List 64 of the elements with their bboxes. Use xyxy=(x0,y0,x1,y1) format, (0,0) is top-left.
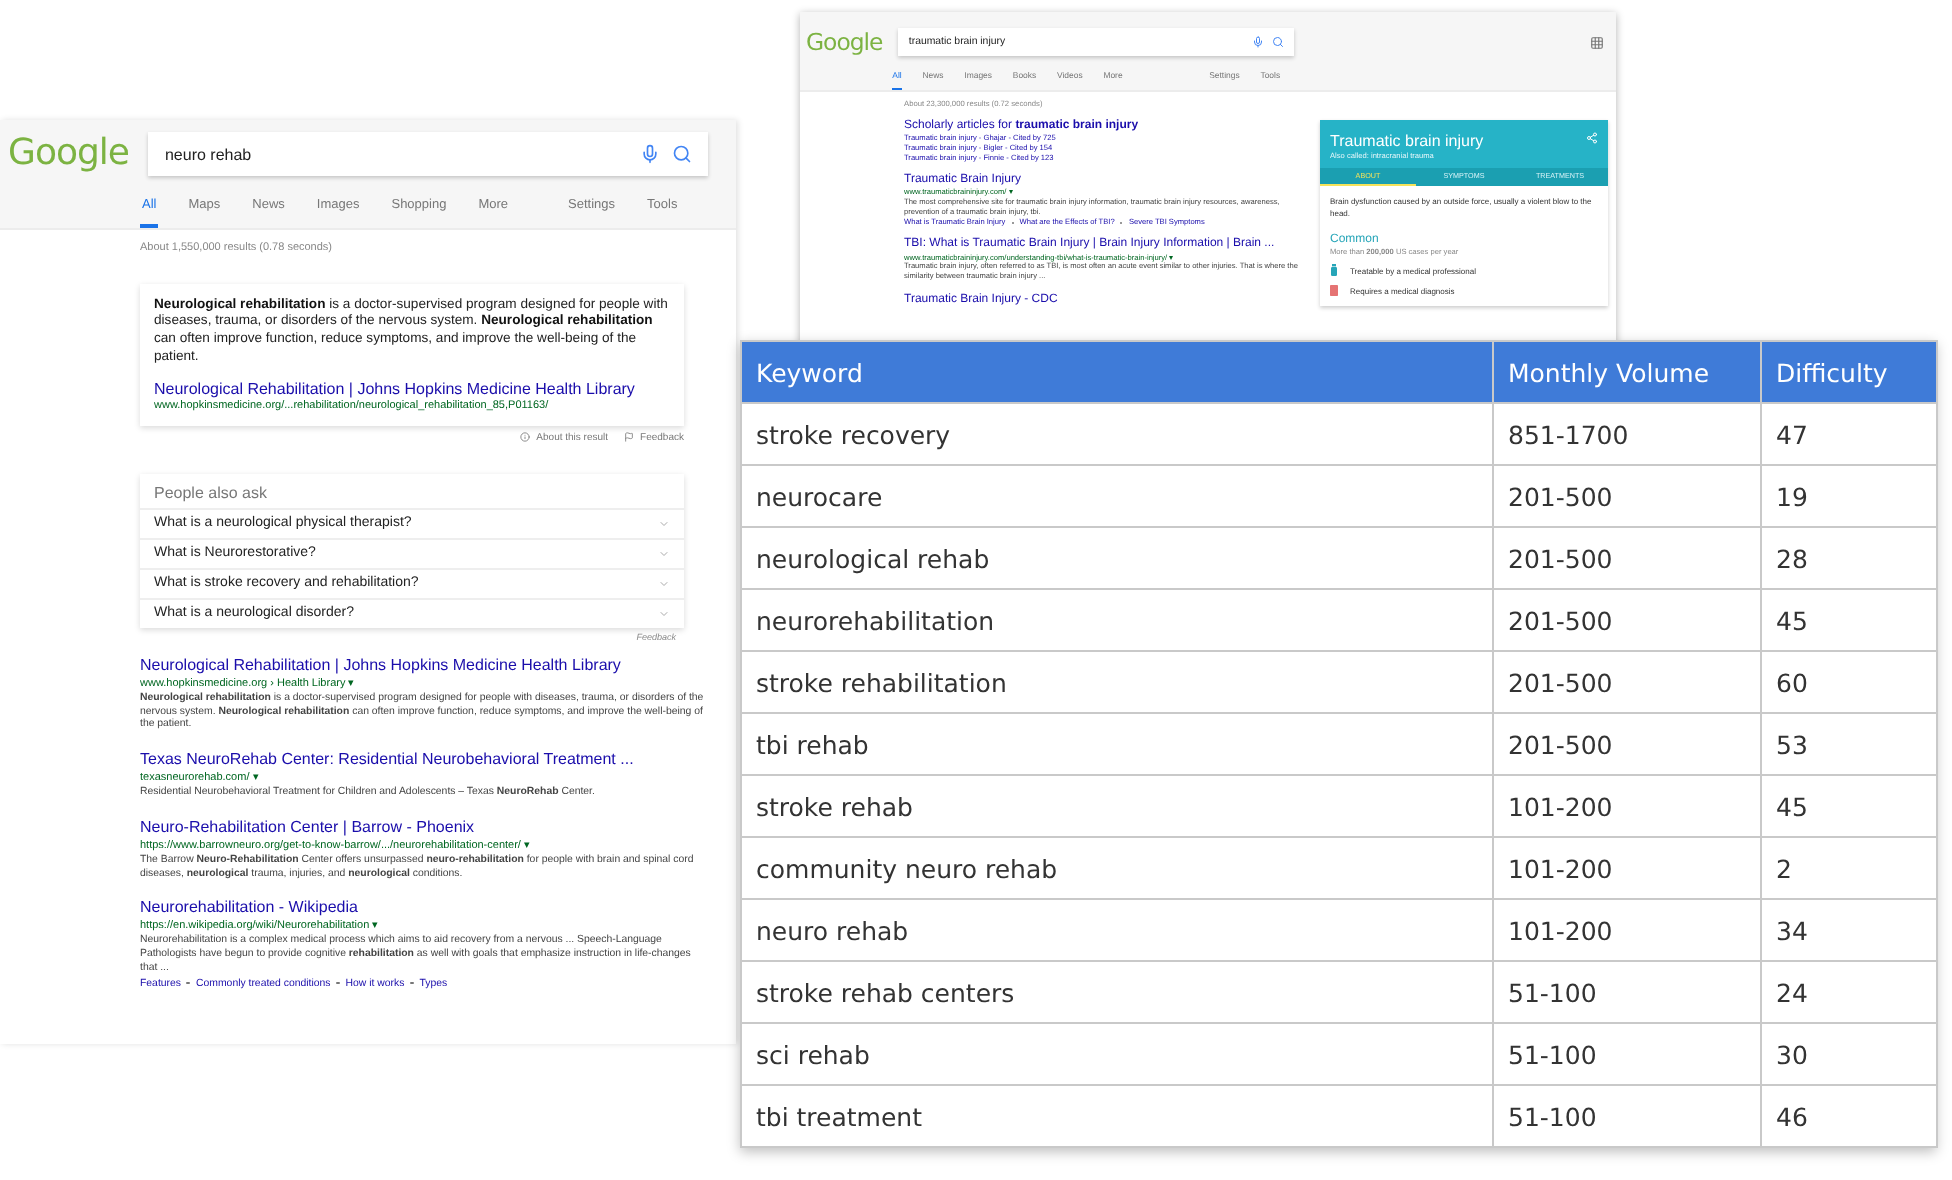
search-icon[interactable] xyxy=(1272,36,1285,49)
table-cell: 101-200 xyxy=(1493,775,1761,837)
people-also-ask-heading: People also ask xyxy=(152,481,269,506)
result-title-link[interactable]: Neurological Rehabilitation | Johns Hopkins Medicine Health Library xyxy=(154,379,670,398)
chevron-down-icon xyxy=(658,607,670,620)
table-cell: 60 xyxy=(1761,651,1937,713)
table-cell: 201-500 xyxy=(1493,589,1761,651)
separator-dot xyxy=(336,981,340,985)
table-cell: 45 xyxy=(1761,589,1937,651)
table-cell: stroke rehab centers xyxy=(741,961,1493,1023)
table-cell: 51-100 xyxy=(1493,1085,1761,1147)
column-header: Monthly Volume xyxy=(1493,341,1761,403)
table-cell: 19 xyxy=(1761,465,1937,527)
share-icon[interactable] xyxy=(1586,131,1598,144)
table-cell: 46 xyxy=(1761,1085,1937,1147)
table-cell: tbi treatment xyxy=(741,1085,1493,1147)
result-title-link[interactable]: Neurological Rehabilitation | Johns Hopkins Medicine Health Library xyxy=(140,655,710,674)
table-cell: neurorehabilitation xyxy=(741,589,1493,651)
table-cell: 47 xyxy=(1761,403,1937,465)
table-cell: stroke recovery xyxy=(741,403,1493,465)
search-icon[interactable] xyxy=(672,144,693,165)
table-cell: 101-200 xyxy=(1493,837,1761,899)
table-cell: 53 xyxy=(1761,713,1937,775)
chevron-down-icon xyxy=(658,547,670,560)
table-cell: 201-500 xyxy=(1493,713,1761,775)
bottle-icon xyxy=(1330,264,1338,277)
column-header: Keyword xyxy=(741,341,1493,403)
result-title-link[interactable]: Texas NeuroRehab Center: Residential Neurobehavioral Treatment ... xyxy=(140,750,710,769)
knowledge-panel-title: Traumatic brain injury xyxy=(1330,131,1484,150)
table-cell: community neuro rehab xyxy=(741,837,1493,899)
table-cell: neurocare xyxy=(741,465,1493,527)
chevron-down-icon xyxy=(658,577,670,590)
table-cell: neuro rehab xyxy=(741,899,1493,961)
chevron-down-icon xyxy=(658,517,670,530)
apps-grid-icon[interactable] xyxy=(1590,35,1604,50)
table-cell: 2 xyxy=(1761,837,1937,899)
table-cell: 51-100 xyxy=(1493,1023,1761,1085)
info-icon xyxy=(520,432,531,443)
clipboard-icon xyxy=(1330,284,1338,297)
search-logo: Google xyxy=(8,132,131,177)
table-cell: 30 xyxy=(1761,1023,1937,1085)
table-cell: 201-500 xyxy=(1493,465,1761,527)
table-cell: tbi rehab xyxy=(741,713,1493,775)
table-cell: 101-200 xyxy=(1493,899,1761,961)
table-cell: 24 xyxy=(1761,961,1937,1023)
search-logo: Google xyxy=(806,27,885,58)
table-cell: 851-1700 xyxy=(1493,403,1761,465)
table-cell: 28 xyxy=(1761,527,1937,589)
table-cell: 201-500 xyxy=(1493,651,1761,713)
search-field[interactable]: neuro rehab xyxy=(148,132,709,177)
result-title-link[interactable]: Neurorehabilitation - Wikipedia xyxy=(140,898,710,917)
table-cell: 45 xyxy=(1761,775,1937,837)
table-cell: 34 xyxy=(1761,899,1937,961)
table-cell: stroke rehab xyxy=(741,775,1493,837)
table-cell: neurological rehab xyxy=(741,527,1493,589)
table-cell: 201-500 xyxy=(1493,527,1761,589)
result-title-link[interactable]: Neuro-Rehabilitation Center | Barrow - Phoenix xyxy=(140,817,710,836)
microphone-icon[interactable] xyxy=(1252,36,1265,49)
table-cell: sci rehab xyxy=(741,1023,1493,1085)
table-cell: stroke rehabilitation xyxy=(741,651,1493,713)
column-header: Difficulty xyxy=(1761,341,1937,403)
microphone-icon[interactable] xyxy=(640,144,661,165)
flag-icon xyxy=(624,432,635,443)
table-cell: 51-100 xyxy=(1493,961,1761,1023)
